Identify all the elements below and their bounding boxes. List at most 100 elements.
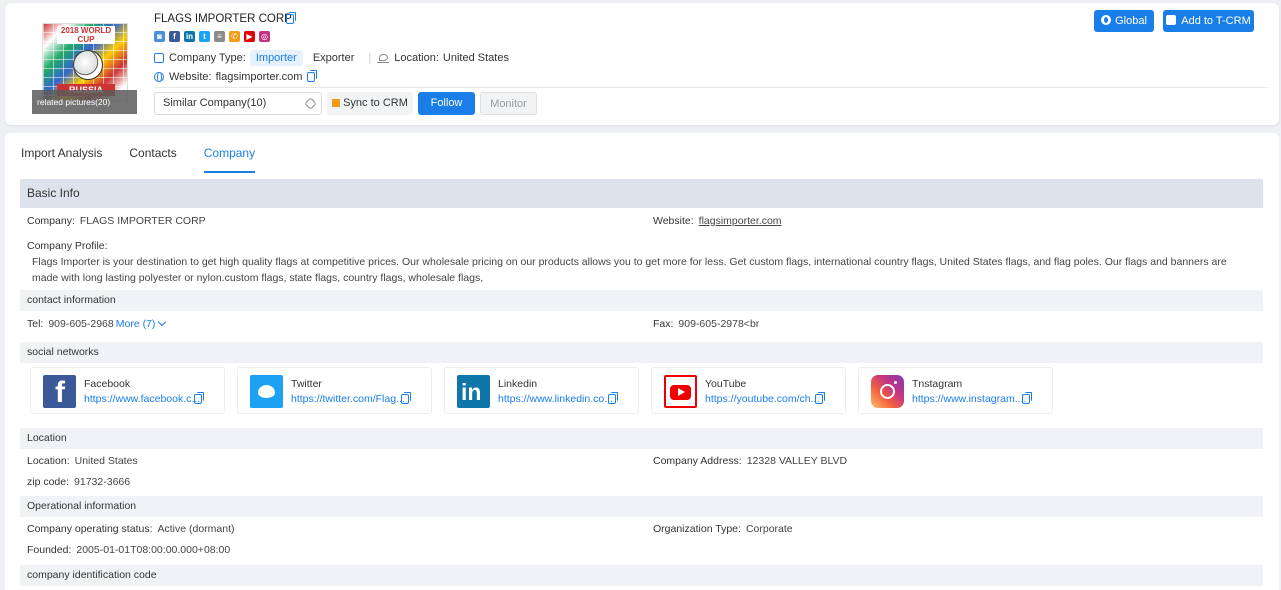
website-row: Website: flagsimporter.com [154,69,318,85]
address-value: 12328 VALLEY BLVD [746,455,848,467]
thumbnail-banner-text: 2018 WORLD CUP [57,26,115,44]
zip-label: zip code: [27,476,70,488]
add-to-tcrm-button[interactable]: Add to T-CRM [1163,10,1254,32]
website-link[interactable]: flagsimporter.com [216,71,303,83]
contact-info-header: contact information [20,290,1263,311]
link-icon [304,97,317,110]
location-label: Location: [27,455,70,467]
copy-icon[interactable] [401,392,411,404]
company-type-label: Company Type: [169,52,246,64]
website-link[interactable]: flagsimporter.com [699,215,782,227]
location-value: United States [442,52,509,64]
company-name: FLAGS IMPORTER CORP [154,13,292,25]
social-url[interactable]: https://www.instagram.... [912,393,1026,405]
facebook-icon[interactable]: f [169,31,180,42]
facebook-icon [43,375,76,411]
website-label: Website: [169,71,212,83]
chevron-down-icon[interactable] [158,317,167,327]
copy-icon[interactable] [608,392,618,404]
tcrm-icon [1166,15,1177,25]
company-detail-card: Import Analysis Contacts Company Basic I… [5,133,1279,590]
fax-label: Fax: [653,318,674,330]
sync-label: Sync to CRM [343,97,408,109]
company-label: Company: [27,215,75,227]
social-card-linkedin[interactable]: Linkedin https://www.linkedin.co... [444,367,639,414]
linkedin-icon[interactable]: in [184,31,195,42]
copy-icon[interactable] [1022,392,1032,404]
social-name: Facebook [84,378,131,390]
twitter-icon[interactable]: t [199,31,210,42]
copy-icon[interactable] [815,392,825,404]
soccer-ball-graphic [73,50,103,80]
social-name: Twitter [291,378,322,390]
social-url[interactable]: https://www.facebook.c... [84,393,200,405]
social-card-facebook[interactable]: Facebook https://www.facebook.c... [30,367,225,414]
tel-field: Tel: 909-605-2968 More (7) [27,317,167,330]
monitor-button[interactable]: Monitor [480,92,537,115]
web-icon[interactable]: ◙ [154,31,165,42]
follow-button[interactable]: Follow [418,92,475,115]
location-field: Location: United States [27,455,138,467]
social-url[interactable]: https://youtube.com/ch... [705,393,819,405]
social-card-instagram[interactable]: Tnstagram https://www.instagram.... [858,367,1053,414]
company-thumbnail[interactable]: 2018 WORLD CUP RUSSIA related pictures(2… [32,14,137,114]
location-header: Location [20,428,1263,449]
tel-label: Tel: [27,318,44,330]
identification-code-header: company identification code [20,565,1263,586]
type-importer-tag[interactable]: Importer [249,50,303,66]
social-icons-row: ◙ f in t ≡ ✆ ▶ ◎ [154,31,270,42]
website-field: Website: flagsimporter.com [653,215,782,227]
organization-type-value: Corporate [745,523,793,535]
more-phones-link[interactable]: More (7) [116,318,156,330]
type-exporter-tag[interactable]: Exporter [307,50,361,66]
tab-import-analysis[interactable]: Import Analysis [21,133,102,173]
linkedin-icon [457,375,490,409]
tab-contacts[interactable]: Contacts [129,133,176,173]
company-field: Company: FLAGS IMPORTER CORP [27,215,206,227]
copy-icon[interactable] [194,392,204,404]
similar-company-button[interactable]: Similar Company(10) [154,92,322,115]
location-value: United States [74,455,138,467]
tcrm-label: Add to T-CRM [1181,15,1251,27]
social-url[interactable]: https://www.linkedin.co... [498,393,613,405]
operating-status-field: Company operating status: Active (dormant… [27,523,235,535]
divider: | [368,52,372,64]
social-name: Linkedin [498,378,538,390]
social-name: Tnstagram [912,378,963,390]
tab-bar: Import Analysis Contacts Company [21,133,282,173]
document-icon[interactable]: ≡ [214,31,225,42]
social-networks-header: social networks [20,342,1263,363]
founded-value: 2005-01-01T08:00:00.000+08:00 [76,544,231,556]
basic-info-header: Basic Info [20,179,1263,208]
related-pictures-label[interactable]: related pictures(20) [32,90,137,114]
instagram-icon [871,375,904,408]
operating-status-value: Active (dormant) [157,523,235,535]
social-card-youtube[interactable]: YouTube https://youtube.com/ch... [651,367,846,414]
organization-type-field: Organization Type: Corporate [653,523,793,535]
instagram-icon[interactable]: ◎ [259,31,270,42]
global-icon [1101,15,1112,25]
header-divider [154,87,1268,88]
twitter-icon [250,375,283,408]
founded-label: Founded: [27,544,72,556]
sync-to-crm-button[interactable]: Sync to CRM [327,92,413,115]
youtube-icon[interactable]: ▶ [244,31,255,42]
copy-icon[interactable] [286,12,296,24]
operating-status-label: Company operating status: [27,523,153,535]
global-button[interactable]: Global [1094,10,1154,32]
company-value: FLAGS IMPORTER CORP [79,215,206,227]
copy-icon[interactable] [307,70,318,82]
social-card-twitter[interactable]: Twitter https://twitter.com/Flag... [237,367,432,414]
company-profile-text: Flags Importer is your destination to ge… [32,256,1227,284]
tab-company[interactable]: Company [203,133,256,173]
zip-field: zip code: 91732-3666 [27,476,130,488]
social-url[interactable]: https://twitter.com/Flag... [291,393,405,405]
zip-value: 91732-3666 [74,476,131,488]
website-label: Website: [653,215,694,227]
location-label: Location: [394,52,439,64]
sync-icon [332,99,341,107]
fax-field: Fax: 909-605-2978<br [653,318,759,330]
company-profile-label: Company Profile: [27,240,108,252]
founded-field: Founded: 2005-01-01T08:00:00.000+08:00 [27,544,230,556]
phone-icon[interactable]: ✆ [229,31,240,42]
